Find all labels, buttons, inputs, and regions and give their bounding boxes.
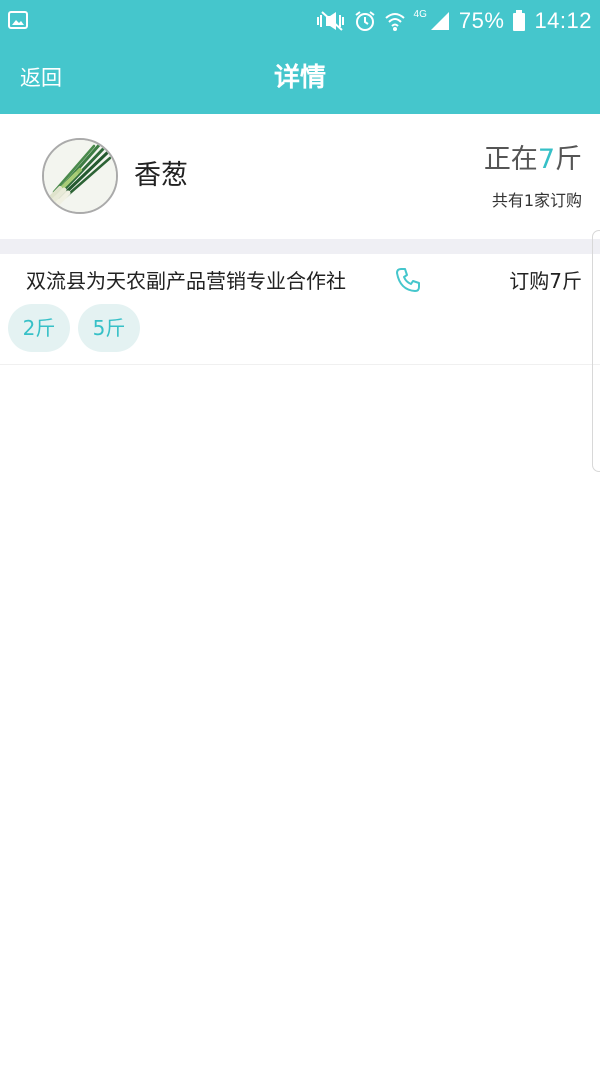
status-bar: 4G 75% 14:12 bbox=[0, 0, 600, 42]
product-name: 香葱 bbox=[134, 160, 188, 191]
amount-tag[interactable]: 5斤 bbox=[78, 304, 140, 352]
gallery-icon bbox=[8, 11, 28, 29]
order-count: 共有1家订购 bbox=[491, 191, 582, 210]
network-type-label: 4G bbox=[413, 8, 427, 20]
alarm-icon bbox=[354, 11, 375, 31]
order-status-unit: 斤 bbox=[555, 144, 582, 175]
app-bar: 返回 详情 bbox=[0, 42, 600, 114]
vendor-name: 双流县为天农副产品营销专业合作社 bbox=[26, 269, 346, 293]
order-status: 正在7斤 bbox=[484, 142, 582, 178]
amount-tag[interactable]: 2斤 bbox=[8, 304, 70, 352]
clock-time: 14:12 bbox=[534, 8, 592, 33]
page-title: 详情 bbox=[273, 63, 326, 93]
signal-icon bbox=[430, 12, 449, 30]
edge-panel-handle[interactable] bbox=[592, 230, 600, 472]
battery-percent: 75% bbox=[458, 8, 505, 33]
list-item: 双流县为天农副产品营销专业合作社 订购7斤 2斤 5斤 bbox=[0, 254, 600, 365]
battery-icon bbox=[513, 10, 526, 31]
phone-icon[interactable] bbox=[394, 266, 422, 294]
vendor-order-amount: 订购7斤 bbox=[509, 269, 582, 293]
status-icons: 4G 75% 14:12 bbox=[316, 0, 592, 42]
product-header: 香葱 正在7斤 共有1家订购 bbox=[0, 114, 600, 239]
back-button[interactable]: 返回 bbox=[20, 42, 62, 114]
amount-tags: 2斤 5斤 bbox=[8, 304, 140, 352]
green-onion-image bbox=[44, 140, 116, 212]
order-status-amount: 7 bbox=[537, 144, 555, 175]
wifi-icon bbox=[384, 13, 405, 31]
product-image bbox=[42, 138, 118, 214]
mute-vibrate-icon bbox=[316, 11, 344, 31]
section-divider bbox=[0, 239, 600, 254]
order-status-prefix: 正在 bbox=[483, 144, 538, 175]
